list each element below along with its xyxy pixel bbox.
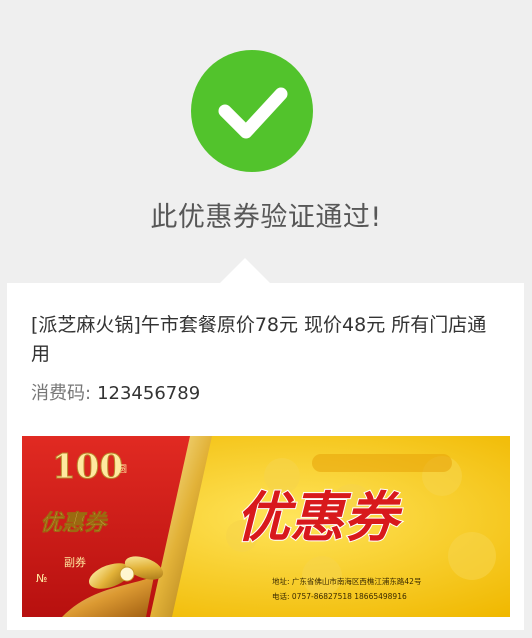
ticket-address: 地址: 广东省佛山市南海区西樵江浦东路42号 [272,576,421,586]
code-label: 消费码: [31,383,92,404]
success-icon [191,50,313,172]
check-mark-icon [218,87,288,139]
card-pointer [220,258,270,283]
ticket-stub-title: 优惠券 [40,511,108,536]
ticket-amount: 100 [52,447,123,487]
ticket-amount-unit: 圆 [118,464,127,475]
coupon-code: 消费码: 123456789 [31,379,200,405]
ticket-phone: 电话: 0757-86827518 18665498916 [272,591,407,601]
verification-status: 此优惠券验证通过! [150,202,382,233]
code-value: 123456789 [97,383,201,404]
ticket-no-label: № [36,572,47,585]
ticket-stub-label: 副券 [64,555,86,569]
coupon-title: [派芝麻火锅]午市套餐原价78元 现价48元 所有门店通用 [31,314,487,365]
ticket-main-title: 优惠券 [236,486,403,549]
coupon-ticket-image: 100 圆 优惠券 副券 № 优惠券 地址: 广东省佛山市南海区西樵江浦东路42… [22,436,510,617]
coupon-card: [派芝麻火锅]午市套餐原价78元 现价48元 所有门店通用 消费码: 123456… [7,283,524,630]
